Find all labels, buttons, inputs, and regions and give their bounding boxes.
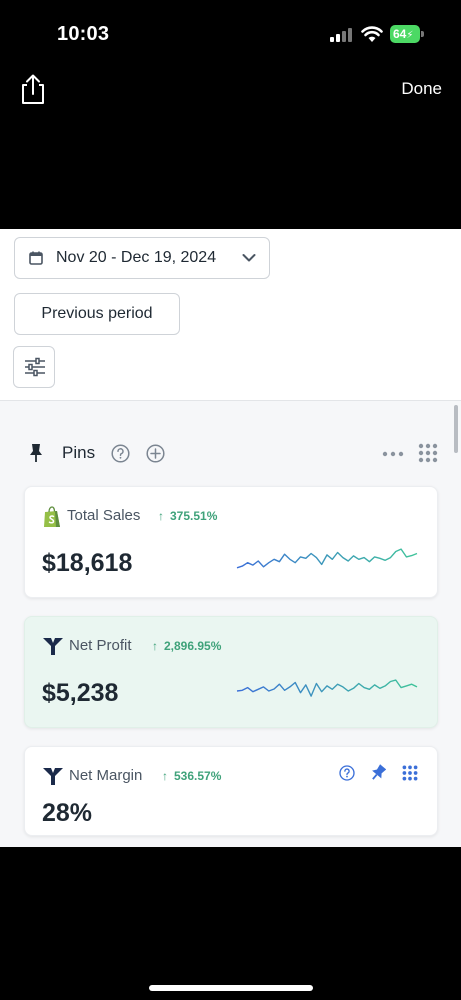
compare-period-button[interactable]: Previous period (14, 293, 180, 335)
metric-card-total-sales[interactable]: Total Sales ↑ 375.51% $18,618 (24, 486, 438, 598)
status-bar: 10:03 64⚡ (0, 0, 461, 60)
chevron-down-icon (242, 254, 256, 262)
change-badge: ↑ 536.57% (162, 769, 221, 783)
date-range-picker[interactable]: Nov 20 - Dec 19, 2024 (14, 237, 270, 279)
filter-controls: Nov 20 - Dec 19, 2024 Previous period (0, 229, 461, 401)
battery-charging-icon: 64⚡ (390, 25, 424, 43)
help-icon[interactable] (111, 444, 130, 463)
battery-level: 64 (393, 27, 407, 41)
share-icon[interactable] (18, 72, 48, 106)
date-range-label: Nov 20 - Dec 19, 2024 (56, 249, 217, 266)
metric-value: 28% (42, 799, 93, 827)
triple-whale-icon (43, 768, 63, 785)
change-value: 375.51% (170, 509, 218, 523)
shopify-bag-icon (44, 506, 60, 527)
more-icon[interactable] (382, 451, 404, 457)
arrow-up-icon: ↑ (158, 509, 164, 523)
sliders-icon (25, 357, 45, 377)
pins-title: Pins (62, 443, 96, 462)
change-value: 2,896.95% (164, 639, 222, 653)
sparkline (236, 548, 418, 569)
change-badge: ↑ 2,896.95% (152, 639, 221, 653)
metric-value: $5,238 (42, 679, 119, 707)
sparkline (236, 679, 418, 697)
pin-icon[interactable] (370, 764, 386, 782)
card-title: Total Sales (67, 507, 141, 524)
done-button[interactable]: Done (401, 79, 442, 99)
signal-icon (330, 28, 354, 42)
card-title: Net Margin (69, 767, 143, 784)
grid-icon[interactable] (402, 765, 418, 781)
card-actions (339, 764, 419, 784)
wifi-icon (361, 26, 383, 42)
filter-settings-button[interactable] (13, 346, 55, 388)
help-icon[interactable] (339, 765, 355, 781)
metric-card-net-margin[interactable]: Net Margin ↑ 536.57% 28% (24, 746, 438, 836)
pin-icon (30, 444, 42, 462)
triple-whale-icon (43, 638, 63, 655)
home-indicator[interactable] (149, 985, 313, 991)
dashboard-content: Pins Total Sales ↑ 375.51% $18,618 Net P… (0, 401, 461, 847)
grid-icon[interactable] (418, 443, 438, 463)
change-value: 536.57% (174, 769, 222, 783)
pins-section-header: Pins (0, 437, 461, 469)
add-icon[interactable] (146, 444, 165, 463)
arrow-up-icon: ↑ (152, 639, 158, 653)
sparkline-path (236, 548, 418, 569)
calendar-icon (29, 251, 43, 265)
card-title: Net Profit (69, 637, 132, 654)
arrow-up-icon: ↑ (162, 769, 168, 783)
sparkline-path (236, 679, 418, 697)
change-badge: ↑ 375.51% (158, 509, 217, 523)
metric-value: $18,618 (42, 549, 133, 577)
status-time: 10:03 (57, 23, 110, 45)
metric-card-net-profit[interactable]: Net Profit ↑ 2,896.95% $5,238 (24, 616, 438, 728)
